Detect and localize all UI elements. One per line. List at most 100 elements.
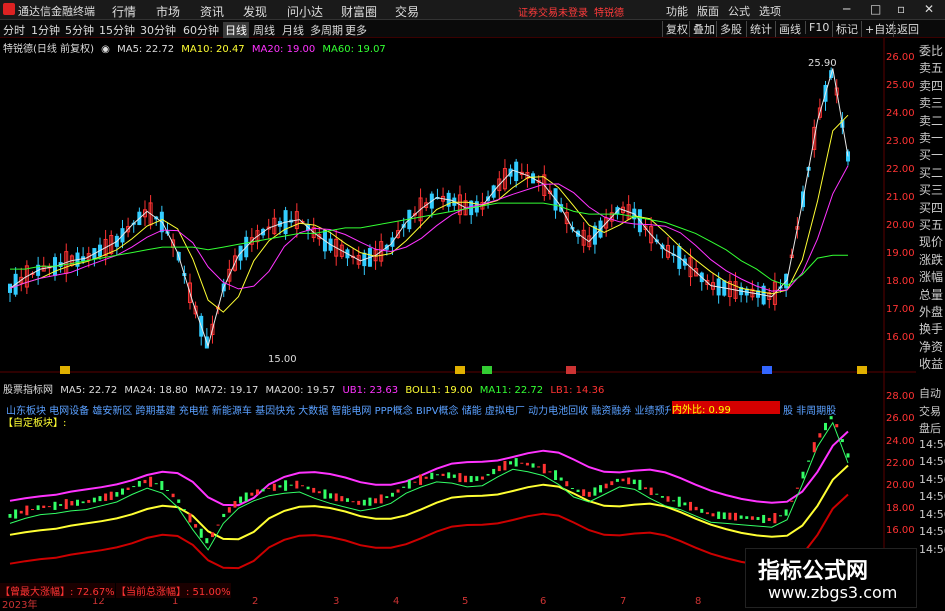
y-tick: 24.00	[886, 108, 915, 119]
sub-candle	[25, 505, 29, 516]
sidebar-item[interactable]: 收益	[919, 355, 945, 372]
legend-ma5: MA5: 22.72	[117, 44, 175, 55]
sub-candle	[441, 473, 445, 476]
chart-title: 特锐德(日线 前复权)	[3, 44, 94, 55]
sub-candle	[137, 481, 141, 487]
sidebar-item[interactable]: 涨跌	[919, 251, 945, 268]
sub-candle	[300, 485, 304, 487]
current-gain-stat: 【当前总涨幅】: 51.00%	[116, 583, 231, 598]
event-marker[interactable]	[455, 366, 465, 374]
sub-candle	[570, 488, 574, 490]
main-ma-lines	[9, 68, 849, 348]
sub-candle	[126, 487, 130, 491]
ma20-line	[9, 165, 849, 292]
watermark: 指标公式网 www.zbgs3.com	[745, 548, 917, 608]
sub-candle	[351, 501, 355, 503]
sub-candle	[700, 508, 704, 513]
sub-candle	[728, 512, 732, 520]
sub-candle	[317, 491, 321, 494]
y-tick: 25.00	[886, 80, 915, 91]
sub-candle	[486, 473, 490, 476]
x-tick: 6	[540, 596, 547, 607]
sidebar-item[interactable]: 现价	[919, 233, 945, 250]
sidebar-item[interactable]: 买一	[919, 146, 945, 163]
sub-ma24: MA24: 18.80	[124, 385, 188, 396]
boll1-line	[9, 464, 849, 541]
sub-candle	[14, 509, 18, 519]
sidebar-item[interactable]: 涨幅	[919, 268, 945, 285]
sidebar-item[interactable]: 卖三	[919, 94, 945, 111]
sub-candle	[87, 499, 91, 503]
y-tick: 20.00	[886, 220, 915, 231]
sub-candle	[705, 512, 709, 515]
sub-candle	[531, 463, 535, 468]
sidebar-item[interactable]: 总量	[919, 286, 945, 303]
sub-candle	[182, 509, 186, 511]
sub-candle	[554, 470, 558, 481]
sidebar-item[interactable]: 换手	[919, 320, 945, 337]
sub-candle	[756, 517, 760, 520]
sub-candle	[188, 513, 192, 523]
sidebar-item[interactable]: 卖四	[919, 77, 945, 94]
sub-candle	[255, 489, 259, 495]
sub-ma11: MA11: 22.72	[479, 385, 544, 396]
sidebar-item[interactable]: 买三	[919, 181, 945, 198]
sub-candle	[784, 509, 788, 516]
sub-candle	[42, 505, 46, 508]
sub-candle	[610, 481, 614, 486]
sidebar-item[interactable]: 买四	[919, 199, 945, 216]
sub-boll1: BOLL1: 19.00	[405, 385, 473, 396]
sub-candle	[779, 515, 783, 517]
ratio-badge: 内外比: 0.99	[672, 401, 780, 416]
kline-chart[interactable]	[0, 0, 916, 583]
y-tick: 18.00	[886, 502, 915, 514]
sub-candle	[19, 510, 23, 514]
sub-candle	[216, 524, 220, 526]
sub-candle	[374, 498, 378, 504]
event-markers	[60, 366, 867, 374]
y-tick: 24.00	[886, 435, 915, 447]
sub-candle	[762, 514, 766, 524]
sub-candle	[711, 513, 715, 517]
y-tick: 21.00	[886, 192, 915, 203]
sidebar-item[interactable]: 买二	[919, 164, 945, 181]
sub-candle	[660, 496, 664, 498]
sub-title: 股票指标网	[3, 385, 53, 396]
event-marker[interactable]	[762, 366, 772, 374]
sub-candle	[435, 474, 439, 476]
y-tick: 26.00	[886, 52, 915, 63]
sub-candle	[149, 476, 153, 487]
sidebar-item[interactable]: 卖二	[919, 112, 945, 129]
sidebar-time: 14:56	[919, 542, 945, 556]
event-marker[interactable]	[857, 366, 867, 374]
close-icon[interactable]: ✕	[924, 2, 934, 16]
sub-candle	[458, 473, 462, 483]
sidebar-item[interactable]: 买五	[919, 216, 945, 233]
ub1-line	[9, 430, 849, 507]
sidebar-item[interactable]: 卖一	[919, 129, 945, 146]
sidebar-item[interactable]: 净资	[919, 338, 945, 355]
watermark-title: 指标公式网	[758, 559, 869, 584]
sidebar-item[interactable]: 卖五	[919, 59, 945, 76]
sub-candle	[340, 496, 344, 502]
sub-candle	[70, 501, 74, 506]
sub-candle	[750, 516, 754, 520]
sub-candle	[773, 513, 777, 524]
legend-ma10: MA10: 20.47	[181, 44, 245, 55]
event-marker[interactable]	[60, 366, 70, 374]
sub-candle	[767, 517, 771, 521]
sidebar-item[interactable]: 委比	[919, 42, 945, 59]
sidebar-item[interactable]: 外盘	[919, 303, 945, 320]
sub-candle	[396, 489, 400, 493]
x-tick: 2	[252, 596, 259, 607]
sub-candle	[464, 475, 468, 483]
y-tick: 19.00	[886, 248, 915, 259]
sub-candle	[644, 487, 648, 489]
sub-candle	[734, 512, 738, 521]
sub-lb1: LB1: 14.36	[550, 385, 605, 396]
event-marker[interactable]	[566, 366, 576, 374]
event-marker[interactable]	[482, 366, 492, 374]
sub-candle	[599, 485, 603, 493]
sub-candle	[402, 486, 406, 488]
sub-candle	[835, 424, 839, 428]
